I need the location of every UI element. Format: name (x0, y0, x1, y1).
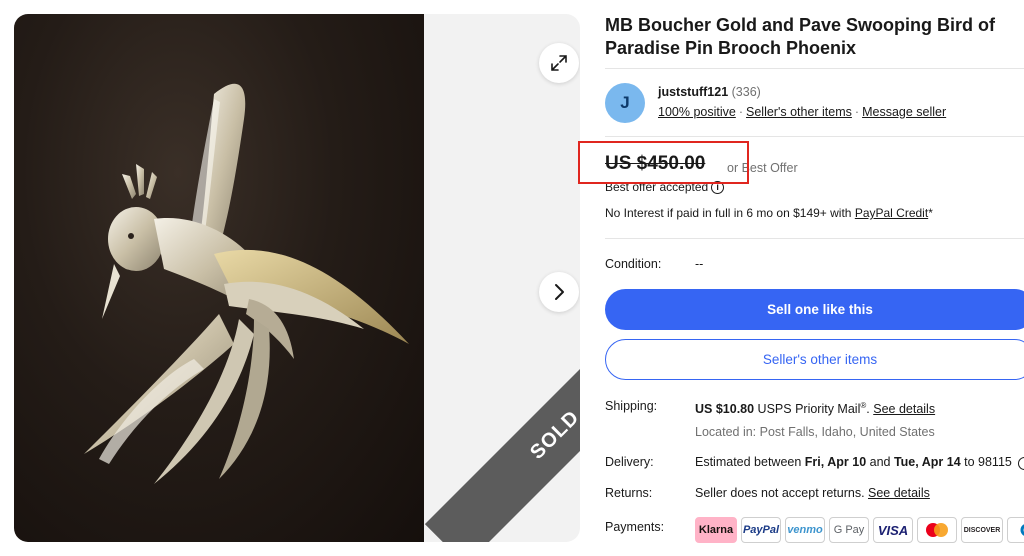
shipping-service: USPS Priority Mail (754, 402, 861, 417)
item-title: MB Boucher Gold and Pave Swooping Bird o… (605, 15, 996, 58)
seller-name[interactable]: juststuff121 (658, 85, 728, 99)
delivery-info-icon[interactable]: i (1018, 457, 1024, 470)
seller-links: 100% positive · Seller's other items · Messa… (658, 105, 947, 119)
positive-feedback-link[interactable]: 100% positive (658, 105, 736, 119)
shipping-value: US $10.80 USPS Priority Mail®. See detai… (695, 401, 936, 417)
payments-label: Payments: (605, 520, 665, 534)
message-seller-link[interactable]: Message seller (862, 105, 946, 119)
seller-feedback-count: (336) (731, 85, 761, 99)
sold-banner: SOLD (424, 304, 580, 542)
financing-text: No Interest if paid in full in 6 mo on $… (605, 206, 855, 220)
mastercard-icon (917, 517, 957, 543)
payment-methods: Klarna PayPal venmo G Pay VISA DISCOVER (695, 517, 1024, 543)
shipping-cost: US $10.80 (695, 402, 755, 417)
seller-info: juststuff121 (336) (658, 85, 761, 99)
shipping-see-details-link[interactable]: See details (873, 402, 935, 416)
chevron-right-icon (555, 284, 564, 300)
expand-button[interactable] (539, 43, 579, 83)
item-details-panel: MB Boucher Gold and Pave Swooping Bird o… (605, 0, 1024, 556)
financing-asterisk: * (928, 206, 933, 220)
venmo-icon: venmo (785, 517, 825, 543)
seller-initial: J (620, 93, 630, 112)
price-highlight-box (578, 141, 749, 184)
delivery-label: Delivery: (605, 455, 654, 469)
sold-banner-clip: SOLD (14, 14, 580, 542)
paypal-credit-link[interactable]: PayPal Credit (855, 206, 928, 220)
condition-label: Condition: (605, 257, 662, 271)
seller-avatar[interactable]: J (605, 83, 645, 123)
sold-label: SOLD (525, 405, 580, 464)
divider (605, 238, 1024, 239)
shipping-label: Shipping: (605, 399, 658, 413)
visa-icon: VISA (873, 517, 913, 543)
divider (605, 136, 1024, 137)
returns-value: Seller does not accept returns. See deta… (695, 486, 930, 500)
image-gallery: SOLD (14, 14, 580, 542)
sell-one-like-this-button[interactable]: Sell one like this (605, 289, 1024, 330)
condition-value: -- (695, 257, 704, 271)
delivery-date-end: Tue, Apr 14 (893, 455, 961, 469)
returns-label: Returns: (605, 486, 653, 500)
paypal-icon: PayPal (741, 517, 781, 543)
divider (605, 68, 1024, 69)
sellers-other-items-button[interactable]: Seller's other items (605, 339, 1024, 380)
klarna-icon: Klarna (695, 517, 737, 543)
diners-club-icon (1007, 517, 1024, 543)
financing-note: No Interest if paid in full in 6 mo on $… (605, 206, 933, 220)
seller-other-items-link[interactable]: Seller's other items (746, 105, 852, 119)
expand-icon (551, 55, 567, 71)
discover-icon: DISCOVER (961, 517, 1003, 543)
returns-see-details-link[interactable]: See details (868, 486, 930, 500)
delivery-date-start: Fri, Apr 10 (804, 455, 867, 469)
delivery-value: Estimated between Fri, Apr 10 and Tue, A… (695, 455, 1024, 470)
delivery-zip: to 98115 (960, 455, 1012, 469)
next-image-button[interactable] (539, 272, 579, 312)
google-pay-icon: G Pay (829, 517, 869, 543)
item-location: Located in: Post Falls, Idaho, United St… (695, 425, 935, 439)
